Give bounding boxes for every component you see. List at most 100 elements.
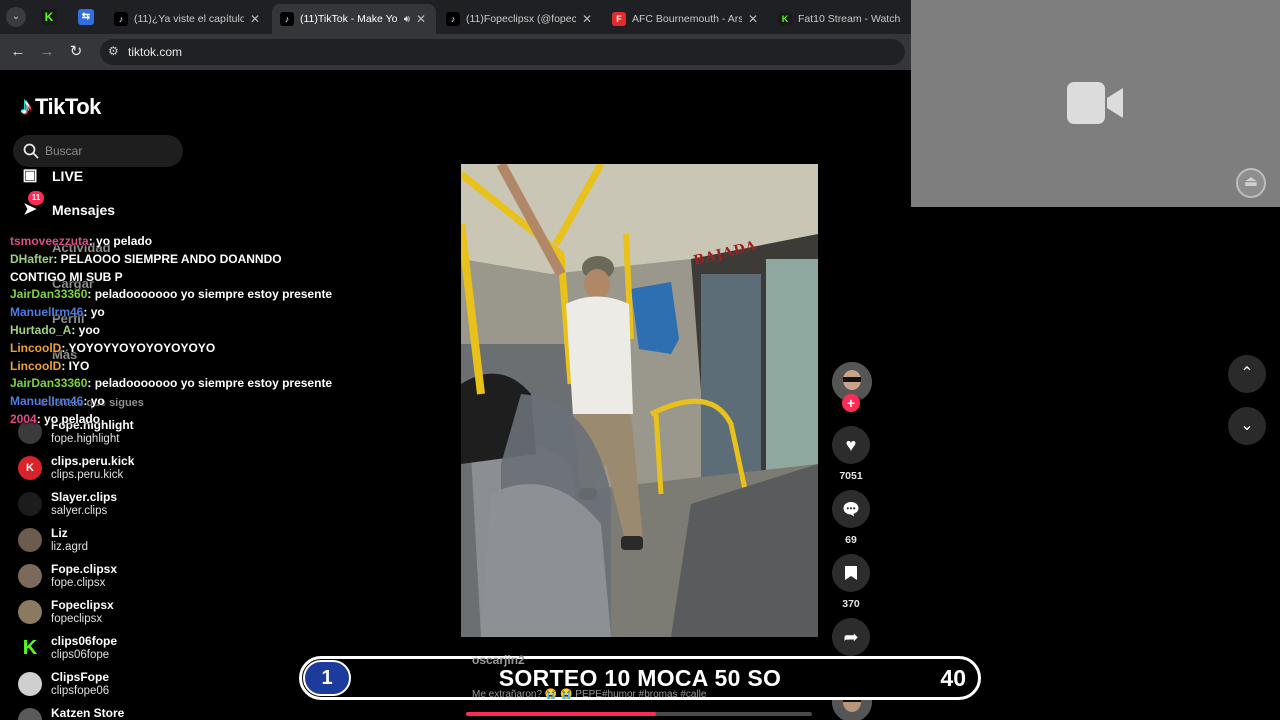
browser-tab-2-active[interactable]: ♪ (11)TikTok - Make Yo 🔊︎ ✕ [272,4,436,34]
following-item[interactable]: Kclips06fope clips06fope [18,634,117,663]
search-input[interactable]: Buscar [13,135,183,167]
messages-badge: 11 [28,191,44,205]
following-name: ClipsFope [51,670,110,684]
following-name: Katzen Store [51,706,125,720]
forward-arrow-icon[interactable]: → [37,42,57,62]
chat-message: LincoolD: YOYOYYOYOYOYOYOYO [10,340,340,358]
comment-icon-shape [843,502,859,517]
chat-username: LincoolD [10,358,62,373]
bus-interior-video-frame [461,164,818,637]
following-name: clips06fope [51,634,118,648]
chat-message: ManuelIrm46: yo [10,393,340,411]
back-arrow-icon[interactable]: ← [8,42,28,62]
giveaway-text: SORTEO 10 MOCA 50 SO [498,665,782,691]
video-camera-icon [1067,82,1123,124]
bookmark-shape [845,566,857,580]
chat-username: JairDan33360 [10,376,88,391]
tiktok-logo[interactable]: ♪ TikTok [20,92,101,122]
close-tab-icon[interactable]: ✕ [746,12,760,26]
tiktok-icon: ♪ [114,12,128,26]
chat-text: : yoo [71,322,101,337]
following-name: Fopeclipsx [51,598,114,612]
next-video-chevron-down-icon[interactable]: ⌄ [1228,407,1266,445]
following-name: Fope.clipsx [51,562,118,576]
reload-icon[interactable]: ↻ [66,42,86,62]
browser-tab-1[interactable]: ♪ (11)¿Ya viste el capítulo d ✕ [106,4,270,34]
share-arrow-icon[interactable]: ➦ [832,618,870,656]
following-item[interactable]: ClipsFope clipsfope06 [18,670,109,699]
tiktok-icon: ♪ [280,12,294,26]
following-name: Liz [51,526,68,540]
save-count: 370 [842,598,860,610]
chat-text: : yo pelado [88,234,153,248]
pinned-app-tab-icon[interactable]: ⇆ [78,9,94,25]
nav-live[interactable]: ▣ LIVE [20,166,83,186]
address-url[interactable]: tiktok.com [128,45,182,59]
close-tab-icon[interactable]: ✕ [414,12,428,26]
video-progress-bar[interactable] [466,712,812,716]
following-name: clips.peru.kick [51,454,135,468]
logo-wordmark: TikTok [35,94,101,119]
giveaway-banner: oscarjin2 Me extrañaron? 😭 😭 PEPE#humor … [299,653,981,700]
video-player[interactable]: BAJADA [461,164,818,637]
following-handle: salyer.clips [51,505,108,517]
following-item[interactable]: Slayer.clips salyer.clips [18,490,117,519]
tab-search-chevron-icon[interactable]: ⌄ [6,7,26,27]
following-handle: clipsfope06 [51,685,110,697]
following-handle: fope.clipsx [51,577,106,589]
chat-text: : IYO [61,358,90,373]
nav-live-label: LIVE [52,168,84,184]
paper-plane-icon: ➤ 11 [20,191,44,220]
follow-plus-icon[interactable]: + [842,394,860,412]
browser-toolbar: ← → ↻ ⚙ tiktok.com [0,34,911,70]
like-heart-icon[interactable]: ♥ [832,426,870,464]
following-handle: clips.peru.kick [51,469,124,481]
following-handle: liz.agrd [51,541,89,553]
bookmark-icon[interactable] [832,554,870,592]
following-item[interactable]: Kclips.peru.kick clips.peru.kick [18,454,134,483]
chat-text: : yo [83,394,105,409]
following-item[interactable]: Katzen Store [18,706,124,720]
chat-message: ManuelIrm46: yo [10,304,340,322]
following-item[interactable]: Fope.clipsx fope.clipsx [18,562,117,591]
chat-text: : YOYOYYOYOYOYOYOYO [61,340,216,355]
tiktok-icon: ♪ [446,12,460,26]
chat-message: JairDan33360: peladooooooo yo siempre es… [10,286,340,304]
tiktok-note-icon: ♪ [20,93,32,120]
search-placeholder: Buscar [45,144,83,158]
chat-message: DHafter: PELAOOO SIEMPRE ANDO DOANNDO CO… [10,251,340,287]
chat-username: ManuelIrm46 [10,305,84,320]
previous-video-chevron-up-icon[interactable]: ⌃ [1228,355,1266,393]
browser-tab-4[interactable]: F AFC Bournemouth - Arse ✕ [604,4,768,34]
chat-username: JairDan33360 [10,287,88,302]
camera-overlay: ⏏ [911,0,1280,207]
chat-text: : peladooooooo yo siempre estoy presente [87,376,333,391]
speaker-icon[interactable]: 🔊︎ [404,14,410,25]
chat-username: tsmoveezzuta [10,234,89,248]
following-item[interactable]: Fopeclipsx fopeclipsx [18,598,114,627]
site-settings-icon[interactable]: ⚙ [108,44,119,58]
chat-username: DHafter [10,251,54,266]
video-progress-fill [466,712,657,716]
nav-messages[interactable]: ➤ 11 Mensajes [20,191,115,220]
address-bar[interactable]: ⚙ tiktok.com [100,39,905,65]
avatar [18,492,42,516]
comment-bubble-icon[interactable] [832,490,870,528]
chat-username: ManuelIrm46 [10,394,84,409]
live-tv-icon: ▣ [22,167,38,184]
browser-tab-bar: ⌄ K ⇆ ♪ (11)¿Ya viste el capítulo d ✕ ♪ … [0,0,911,34]
following-handle: fopeclipsx [51,613,103,625]
close-tab-icon[interactable]: ✕ [248,12,262,26]
browser-tab-3[interactable]: ♪ (11)Fopeclipsx (@fopecli ✕ [438,4,602,34]
chat-message: 2004: yo pelado [10,411,340,429]
cast-icon[interactable]: ⏏ [1236,168,1266,198]
following-item[interactable]: Liz liz.agrd [18,526,88,555]
browser-tab-5[interactable]: K Fat10 Stream - Watch Liv [770,4,911,34]
chat-message: JairDan33360: peladooooooo yo siempre es… [10,375,340,393]
avatar [18,672,42,696]
pinned-kick-tab-icon[interactable]: K [41,9,57,25]
avatar: K [22,637,38,659]
chat-message: tsmoveezzuta: yo pelado [10,233,340,251]
close-tab-icon[interactable]: ✕ [580,12,594,26]
chat-username: Hurtado_A [10,322,72,337]
